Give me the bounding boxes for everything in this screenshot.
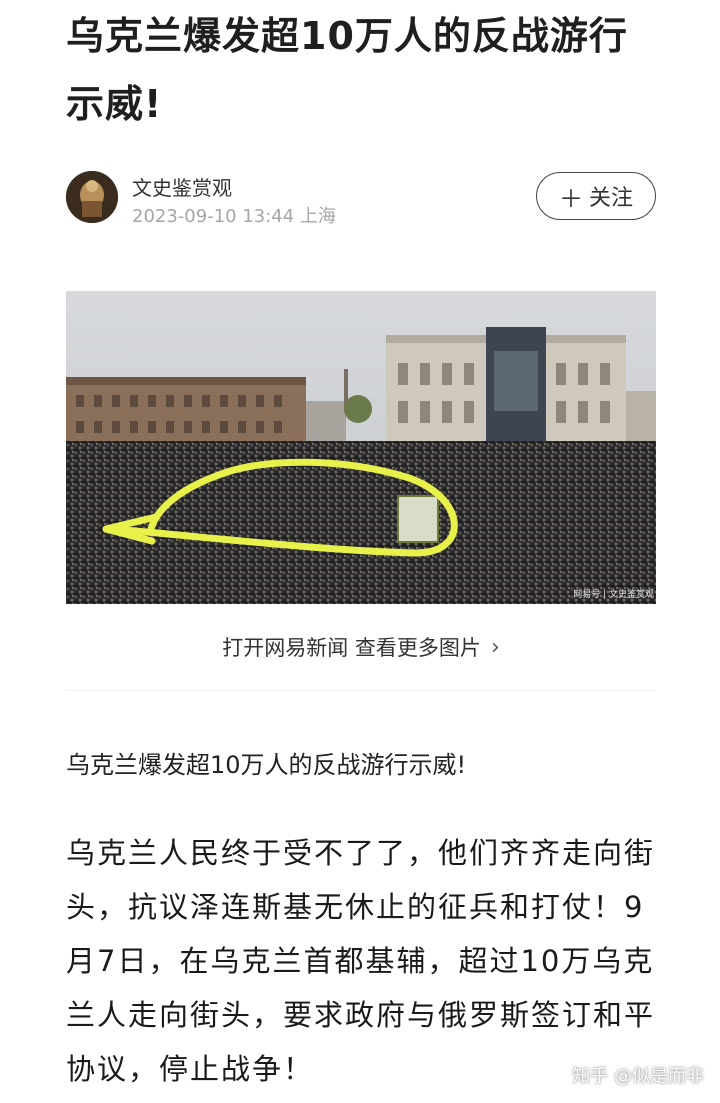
follow-button[interactable]: ＋ 关注: [536, 172, 656, 220]
article-lead: 乌克兰爆发超10万人的反战游行示威!: [66, 751, 467, 779]
author-avatar[interactable]: [66, 171, 118, 223]
article-title: 乌克兰爆发超10万人的反战游行示威!: [66, 14, 628, 126]
chevron-right-icon: ›: [490, 634, 500, 660]
publish-meta: 2023-09-10 13:44 上海: [132, 206, 336, 227]
open-link-label: 打开网易新闻 查看更多图片: [222, 636, 481, 660]
author-name[interactable]: 文史鉴赏观: [132, 172, 232, 201]
zhihu-watermark: 知乎 @似是而非: [572, 1066, 704, 1087]
open-in-app-link[interactable]: 打开网易新闻 查看更多图片 ›: [66, 604, 656, 691]
photo-watermark: 网易号 | 文史鉴赏观: [573, 588, 654, 600]
article-body: 乌克兰人民终于受不了了，他们齐齐走向街头，抗议泽连斯基无休止的征兵和打仗！9月7…: [66, 836, 656, 1086]
protest-photo[interactable]: 网易号 | 文史鉴赏观: [66, 291, 656, 604]
author-row: 文史鉴赏观 2023-09-10 13:44 上海 ＋ 关注: [66, 170, 656, 227]
photo-card: 网易号 | 文史鉴赏观 打开网易新闻 查看更多图片 ›: [66, 291, 656, 695]
plus-icon: ＋: [558, 184, 583, 213]
follow-label: 关注: [588, 186, 633, 211]
